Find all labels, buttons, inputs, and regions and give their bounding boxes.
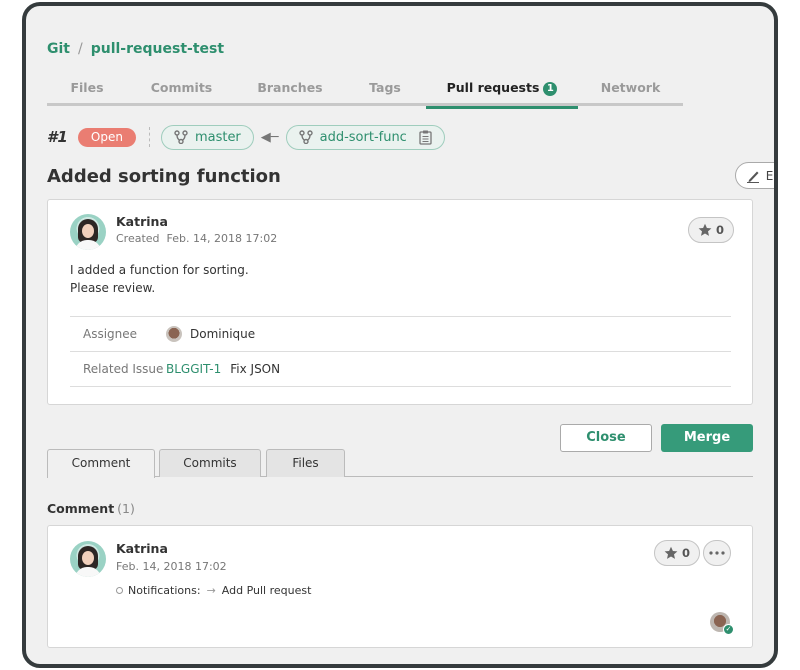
status-badge: Open [77,127,136,147]
check-icon: ✓ [723,624,734,635]
assignee-avatar [166,326,182,342]
branch-icon [174,130,188,144]
pull-requests-count-badge: 1 [543,82,558,96]
subtab-files[interactable]: Files [266,449,345,477]
target-branch-pill[interactable]: master [160,124,254,150]
breadcrumb-git-link[interactable]: Git [47,41,70,57]
arrow-right-icon: → [206,584,216,597]
comment-more-button[interactable] [703,540,731,566]
pr-number: #1 [47,128,68,146]
divider [148,127,150,147]
breadcrumb: Git / pull-request-test [47,41,224,57]
tab-tags[interactable]: Tags [344,76,426,106]
pr-sub-tabs: Comment Commits Files [47,449,753,478]
breadcrumb-repo-link[interactable]: pull-request-test [91,41,224,57]
device-frame: Git / pull-request-test Files Commits Bran… [22,2,778,668]
related-issue-row: Related Issue BLGGIT-1 Fix JSON [70,352,731,387]
author-name[interactable]: Katrina [116,214,168,229]
comments-heading-label: Comment [47,501,115,516]
comment-card: Katrina Feb. 14, 2018 17:02 0 Notificati… [47,525,753,648]
tab-pull-requests[interactable]: Pull requests 1 [426,76,578,109]
merge-direction-arrow-icon: ◀─ [260,129,279,145]
notification-text: Add Pull request [221,584,312,597]
more-options-icon [709,551,725,555]
star-button[interactable]: 0 [688,217,735,243]
tab-files[interactable]: Files [47,76,127,106]
target-branch-name: master [194,129,241,145]
comment-author-avatar[interactable] [70,541,106,577]
created-label: Created [116,232,160,245]
comment-star-count: 0 [682,546,691,560]
tab-network[interactable]: Network [578,76,683,106]
comment-star-button[interactable]: 0 [654,540,701,566]
author-avatar[interactable] [70,214,106,250]
branch-icon [298,130,313,144]
source-branch-name: add-sort-func [319,129,407,145]
description-line: I added a function for sorting. [70,263,249,277]
comment-author-name[interactable]: Katrina [116,541,168,556]
notification-label: Notifications: [128,584,201,597]
subtab-comment[interactable]: Comment [47,449,155,478]
star-icon [664,546,678,559]
related-issue-title: Fix JSON [230,362,281,376]
assignee-name[interactable]: Dominique [190,327,255,341]
edit-button[interactable]: Edit [734,162,774,189]
subtab-commits[interactable]: Commits [159,449,261,477]
created-date: Feb. 14, 2018 17:02 [166,232,278,245]
created-meta: Created Feb. 14, 2018 17:02 [116,232,277,245]
comments-heading: Comment (1) [47,501,135,516]
pr-info-table: Assignee Dominique Related Issue BLGGIT-… [70,316,731,387]
related-issue-link[interactable]: BLGGIT-1 [166,362,221,376]
tab-branches[interactable]: Branches [236,76,344,106]
pr-title: Added sorting function [47,166,281,187]
repo-nav-tabs: Files Commits Branches Tags Pull request… [47,76,683,109]
comments-count: (1) [117,501,135,516]
comment-date: Feb. 14, 2018 17:02 [116,560,227,573]
close-button[interactable]: Close [560,424,652,452]
assignee-label: Assignee [83,327,138,341]
reviewer-avatar[interactable]: ✓ [710,612,734,635]
pr-description: I added a function for sorting. Please r… [70,261,249,297]
notification-line: Notifications: → Add Pull request [116,584,311,597]
related-issue-label: Related Issue [83,362,164,376]
star-count: 0 [716,223,725,237]
copy-clipboard-icon[interactable] [419,130,432,145]
edit-button-label: Edit [765,168,774,183]
assignee-row: Assignee Dominique [70,317,731,352]
pr-header-row: #1 Open master ◀─ add-sort-func [47,124,445,150]
tab-pull-requests-label: Pull requests [446,80,540,95]
source-branch-pill[interactable]: add-sort-func [285,124,445,150]
pr-description-card: Katrina Created Feb. 14, 2018 17:02 0 I … [47,199,753,405]
breadcrumb-separator: / [77,41,83,57]
pencil-icon [746,171,759,183]
description-line: Please review. [70,281,156,295]
bullet-icon [116,587,123,594]
star-icon [698,223,712,236]
merge-button[interactable]: Merge [661,424,753,452]
tab-commits[interactable]: Commits [127,76,236,106]
